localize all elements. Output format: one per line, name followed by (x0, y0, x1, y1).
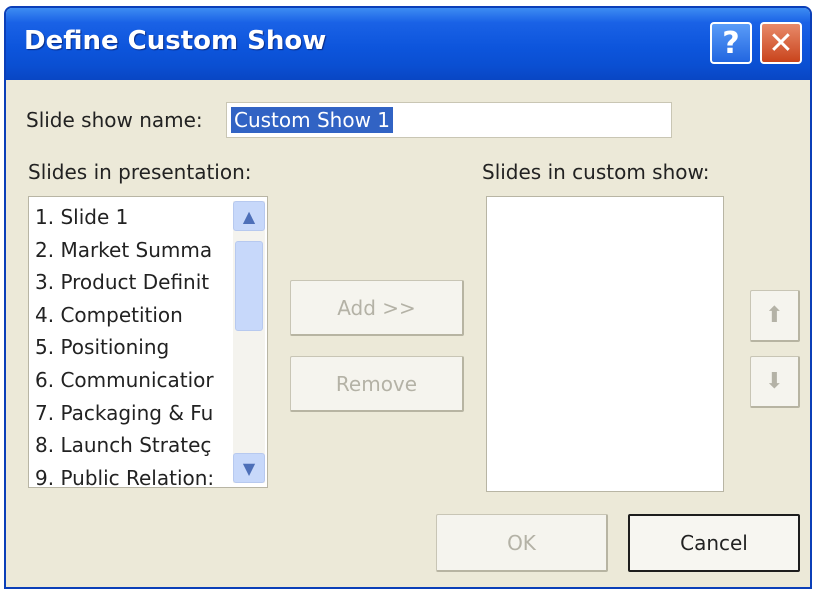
list-item[interactable]: 6. Communicatior (35, 364, 231, 397)
list-item[interactable]: 4. Competition (35, 299, 231, 332)
help-button[interactable]: ? (710, 22, 752, 64)
slides-in-custom-show-label: Slides in custom show: (482, 160, 710, 184)
remove-button[interactable]: Remove (290, 356, 464, 412)
move-down-button[interactable]: ⬇ (750, 356, 800, 408)
title-bar[interactable]: Define Custom Show ? ✕ (6, 8, 810, 80)
list-item[interactable]: 5. Positioning (35, 331, 231, 364)
list-item[interactable]: 2. Market Summa (35, 234, 231, 267)
scroll-down-button[interactable]: ▼ (233, 453, 265, 483)
scrollbar-thumb[interactable] (235, 241, 263, 331)
ok-button[interactable]: OK (436, 514, 608, 572)
presentation-slides-list[interactable]: 1. Slide 1 2. Market Summa 3. Product De… (28, 196, 268, 488)
dialog-body: Slide show name: Custom Show 1 Slides in… (6, 80, 810, 587)
slide-show-name-value[interactable]: Custom Show 1 (231, 107, 394, 133)
add-button[interactable]: Add >> (290, 280, 464, 336)
up-arrow-icon: ⬆ (765, 303, 784, 328)
help-icon: ? (722, 25, 740, 61)
presentation-slides-items: 1. Slide 1 2. Market Summa 3. Product De… (35, 201, 231, 487)
custom-show-slides-list[interactable] (486, 196, 724, 492)
chevron-down-icon: ▼ (242, 458, 256, 478)
close-button[interactable]: ✕ (760, 22, 802, 64)
dialog-title: Define Custom Show (24, 26, 327, 56)
down-arrow-icon: ⬇ (765, 369, 784, 394)
list-item[interactable]: 8. Launch Strateç (35, 429, 231, 462)
define-custom-show-dialog: Define Custom Show ? ✕ Slide show name: … (4, 6, 812, 589)
scroll-up-button[interactable]: ▲ (233, 201, 265, 231)
move-up-button[interactable]: ⬆ (750, 290, 800, 342)
slide-show-name-label: Slide show name: (26, 108, 203, 132)
list-item[interactable]: 1. Slide 1 (35, 201, 231, 234)
close-icon: ✕ (768, 25, 794, 61)
list-item[interactable]: 7. Packaging & Fu (35, 397, 231, 430)
slide-show-name-input[interactable]: Custom Show 1 (226, 102, 672, 138)
list-item[interactable]: 9. Public Relation: (35, 462, 231, 487)
cancel-button[interactable]: Cancel (628, 514, 800, 572)
chevron-up-icon: ▲ (242, 206, 256, 226)
presentation-scrollbar[interactable]: ▲ ▼ (233, 201, 265, 483)
slides-in-presentation-label: Slides in presentation: (28, 160, 252, 184)
list-item[interactable]: 3. Product Definit (35, 266, 231, 299)
